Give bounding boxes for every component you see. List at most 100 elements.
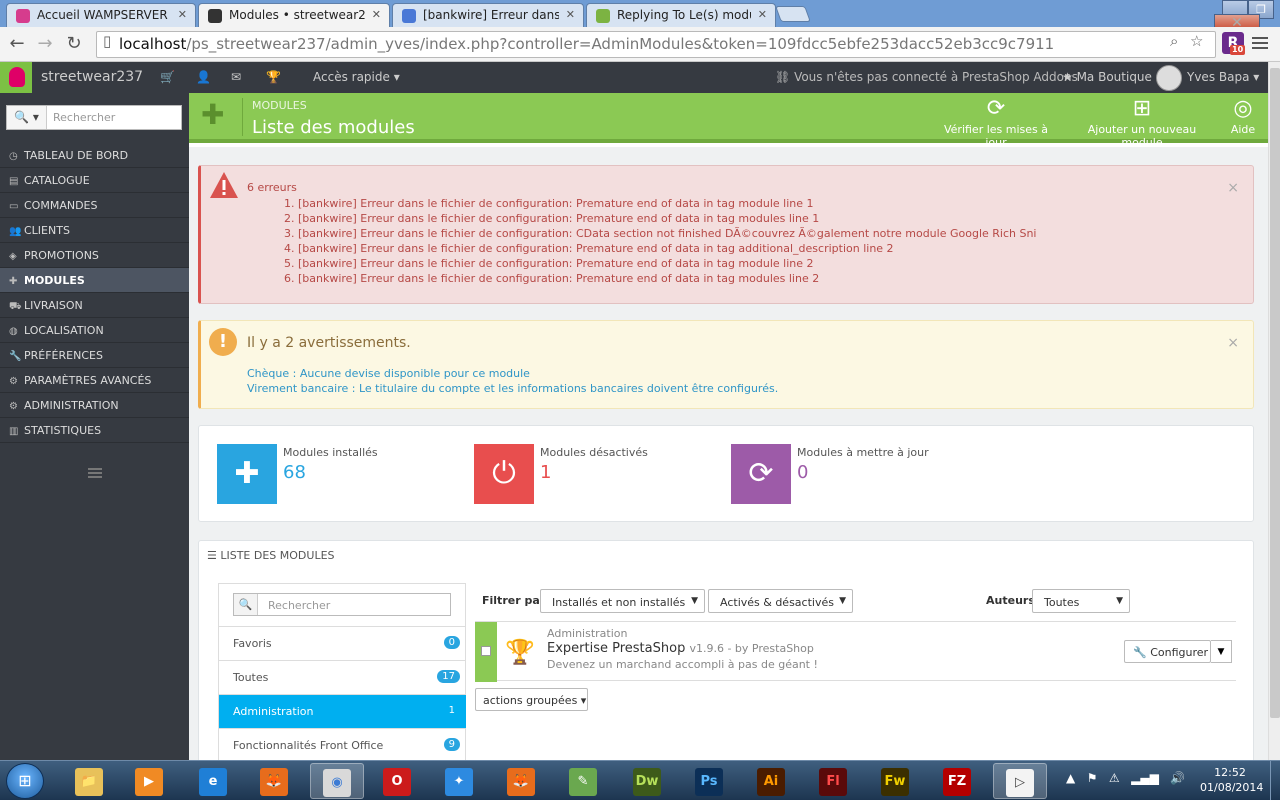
taskbar-ie-button[interactable]: e <box>186 763 240 799</box>
system-tray: ▲ ⚑ ⚠ ▂▄▆ 🔊 <box>1066 771 1185 785</box>
browser-tab-forum[interactable]: Replying To Le(s) module ✕ <box>586 3 776 27</box>
browser-tab-modules[interactable]: Modules • streetwear237 ✕ <box>198 3 390 27</box>
authors-select[interactable]: Toutes ▼ <box>1032 589 1130 613</box>
prestashop-logo-icon[interactable] <box>0 62 32 93</box>
sidebar-item-clients[interactable]: 👥 CLIENTS <box>0 218 189 243</box>
close-tab-icon[interactable]: ✕ <box>758 8 767 21</box>
chrome-menu-icon[interactable] <box>1252 35 1268 51</box>
wampserver-favicon-icon <box>16 9 30 23</box>
envelope-icon[interactable]: ✉ <box>231 70 241 84</box>
extension-icon[interactable]: R 10 <box>1222 32 1246 55</box>
back-arrow-icon[interactable]: ← <box>6 33 28 55</box>
taskbar-explorer-button[interactable]: 📁 <box>62 763 116 799</box>
category-search-input[interactable]: Rechercher <box>268 599 330 612</box>
clock[interactable]: 12:52 01/08/2014 <box>1200 765 1263 795</box>
caret-down-icon: ▼ <box>1116 596 1123 606</box>
taskbar-chrome-button[interactable]: ◉ <box>310 763 364 799</box>
sidebar-item-promotions[interactable]: ◈ PROMOTIONS <box>0 243 189 268</box>
notepad-icon: ✎ <box>569 768 597 796</box>
collapse-menu-icon[interactable] <box>88 468 102 480</box>
puzzle-icon: ✚ <box>217 444 277 504</box>
taskbar-opera-button[interactable]: O <box>370 763 424 799</box>
sidebar-item-statistiques[interactable]: ▥ STATISTIQUES <box>0 418 189 443</box>
avatar[interactable] <box>1156 65 1182 91</box>
my-shop-link[interactable]: ★ Ma Boutique <box>1062 70 1152 84</box>
install-filter-value: Installés et non installés <box>552 596 686 609</box>
sidebar-item-pr-f-rences[interactable]: 🔧 PRÉFÉRENCES <box>0 343 189 368</box>
volume-icon[interactable]: 🔊 <box>1170 771 1185 785</box>
close-tab-icon[interactable]: ✕ <box>372 8 381 21</box>
status-filter-select[interactable]: Activés & désactivés ▼ <box>708 589 853 613</box>
network-icon[interactable]: ▂▄▆ <box>1131 771 1159 785</box>
firefox-icon: 🦊 <box>260 768 288 796</box>
configure-button[interactable]: 🔧 Configurer <box>1124 640 1211 663</box>
flag-icon[interactable]: ⚑ <box>1087 771 1098 785</box>
user-menu[interactable]: Yves Bapa ▾ <box>1187 70 1259 84</box>
sidebar-item-label: PRÉFÉRENCES <box>24 349 103 362</box>
show-desktop-button[interactable] <box>1270 761 1280 800</box>
taskbar-flash-button[interactable]: Fl <box>806 763 860 799</box>
add-module-button[interactable]: ⊞ Ajouter un nouveau module <box>1067 97 1217 150</box>
quick-access-dropdown[interactable]: Accès rapide ▾ <box>313 70 400 84</box>
browser-tab-google[interactable]: [bankwire] Erreur dans le f ✕ <box>392 3 584 27</box>
sidebar-item-catalogue[interactable]: ▤ CATALOGUE <box>0 168 189 193</box>
bookmark-star-icon[interactable]: ☆ <box>1190 32 1203 50</box>
page-scrollbar[interactable] <box>1268 62 1280 760</box>
taskbar-safari-button[interactable]: ✦ <box>432 763 486 799</box>
new-tab-button[interactable] <box>775 6 811 22</box>
sidebar: 🔍 ▾ Rechercher ◷ TABLEAU DE BORD ▤ CATALOGU… <box>0 93 189 760</box>
help-button[interactable]: ◎ Aide <box>1227 97 1259 137</box>
zoom-icon[interactable]: ⌕ <box>1170 32 1178 50</box>
sidebar-item-modules[interactable]: ✚ MODULES <box>0 268 189 293</box>
taskbar-notepad-button[interactable]: ✎ <box>556 763 610 799</box>
reload-icon[interactable]: ↻ <box>63 33 85 55</box>
forward-arrow-icon[interactable]: → <box>34 33 56 55</box>
browser-tab-wampserver[interactable]: Accueil WAMPSERVER ✕ <box>6 3 196 27</box>
configure-dropdown-button[interactable]: ▼ <box>1211 640 1232 663</box>
action-center-icon[interactable]: ⚠ <box>1109 771 1120 785</box>
category-item[interactable]: Favoris 0 <box>219 626 466 660</box>
taskbar-photoshop-button[interactable]: Ps <box>682 763 736 799</box>
close-tab-icon[interactable]: ✕ <box>566 8 575 21</box>
taskbar-dreamweaver-button[interactable]: Dw <box>620 763 674 799</box>
sidebar-item-localisation[interactable]: ◍ LOCALISATION <box>0 318 189 343</box>
warning-link-bankwire[interactable]: Virement bancaire : Le titulaire du comp… <box>247 382 778 395</box>
search-type-button[interactable]: 🔍 ▾ <box>7 106 47 129</box>
taskbar-firefox2-button[interactable]: 🦊 <box>494 763 548 799</box>
cart-icon[interactable]: 🛒 <box>160 70 175 84</box>
taskbar-other-button[interactable]: ▷ <box>993 763 1047 799</box>
sidebar-item-commandes[interactable]: ▭ COMMANDES <box>0 193 189 218</box>
url-bar[interactable]: localhost/ps_streetwear237/admin_yves/in… <box>96 31 1216 58</box>
bulk-actions-button[interactable]: actions groupées ▾ <box>475 688 588 711</box>
sidebar-search-input[interactable]: Rechercher <box>53 111 115 124</box>
clock-time: 12:52 <box>1214 766 1246 779</box>
category-item[interactable]: Fonctionnalités Front Office 9 <box>219 728 466 760</box>
sidebar-item-tableau-de-bord[interactable]: ◷ TABLEAU DE BORD <box>0 143 189 168</box>
sidebar-item-param-tres-avanc-s[interactable]: ⚙ PARAMÈTRES AVANCÉS <box>0 368 189 393</box>
taskbar-media-button[interactable]: ▶ <box>122 763 176 799</box>
trophy-icon[interactable]: 🏆 <box>266 70 281 84</box>
close-tab-icon[interactable]: ✕ <box>178 8 187 21</box>
close-icon[interactable]: × <box>1227 180 1239 196</box>
scrollbar-thumb[interactable] <box>1270 68 1280 718</box>
taskbar-filezilla-button[interactable]: FZ <box>930 763 984 799</box>
sidebar-item-administration[interactable]: ⚙ ADMINISTRATION <box>0 393 189 418</box>
chevron-up-icon[interactable]: ▲ <box>1066 771 1075 785</box>
sidebar-item-livraison[interactable]: ⛟ LIVRAISON <box>0 293 189 318</box>
category-item[interactable]: Administration 1 <box>219 694 466 728</box>
start-button[interactable]: ⊞ <box>6 763 44 799</box>
user-icon[interactable]: 👤 <box>196 70 211 84</box>
addons-link[interactable]: ⛓ Vous n'êtes pas connecté à PrestaShop … <box>775 70 1078 84</box>
module-checkbox[interactable] <box>481 646 491 656</box>
close-icon[interactable]: × <box>1227 335 1239 351</box>
warning-link-cheque[interactable]: Chèque : Aucune devise disponible pour c… <box>247 367 530 380</box>
check-updates-button[interactable]: ⟳ Vérifier les mises à jour <box>935 97 1057 150</box>
taskbar-illustrator-button[interactable]: Ai <box>744 763 798 799</box>
category-item[interactable]: Toutes 17 <box>219 660 466 694</box>
warning-triangle-icon <box>210 172 238 198</box>
taskbar-firefox-button[interactable]: 🦊 <box>247 763 301 799</box>
shop-name[interactable]: streetwear237 <box>41 69 143 85</box>
install-filter-select[interactable]: Installés et non installés ▼ <box>540 589 705 613</box>
category-label: Fonctionnalités Front Office <box>233 739 384 752</box>
taskbar-fireworks-button[interactable]: Fw <box>868 763 922 799</box>
